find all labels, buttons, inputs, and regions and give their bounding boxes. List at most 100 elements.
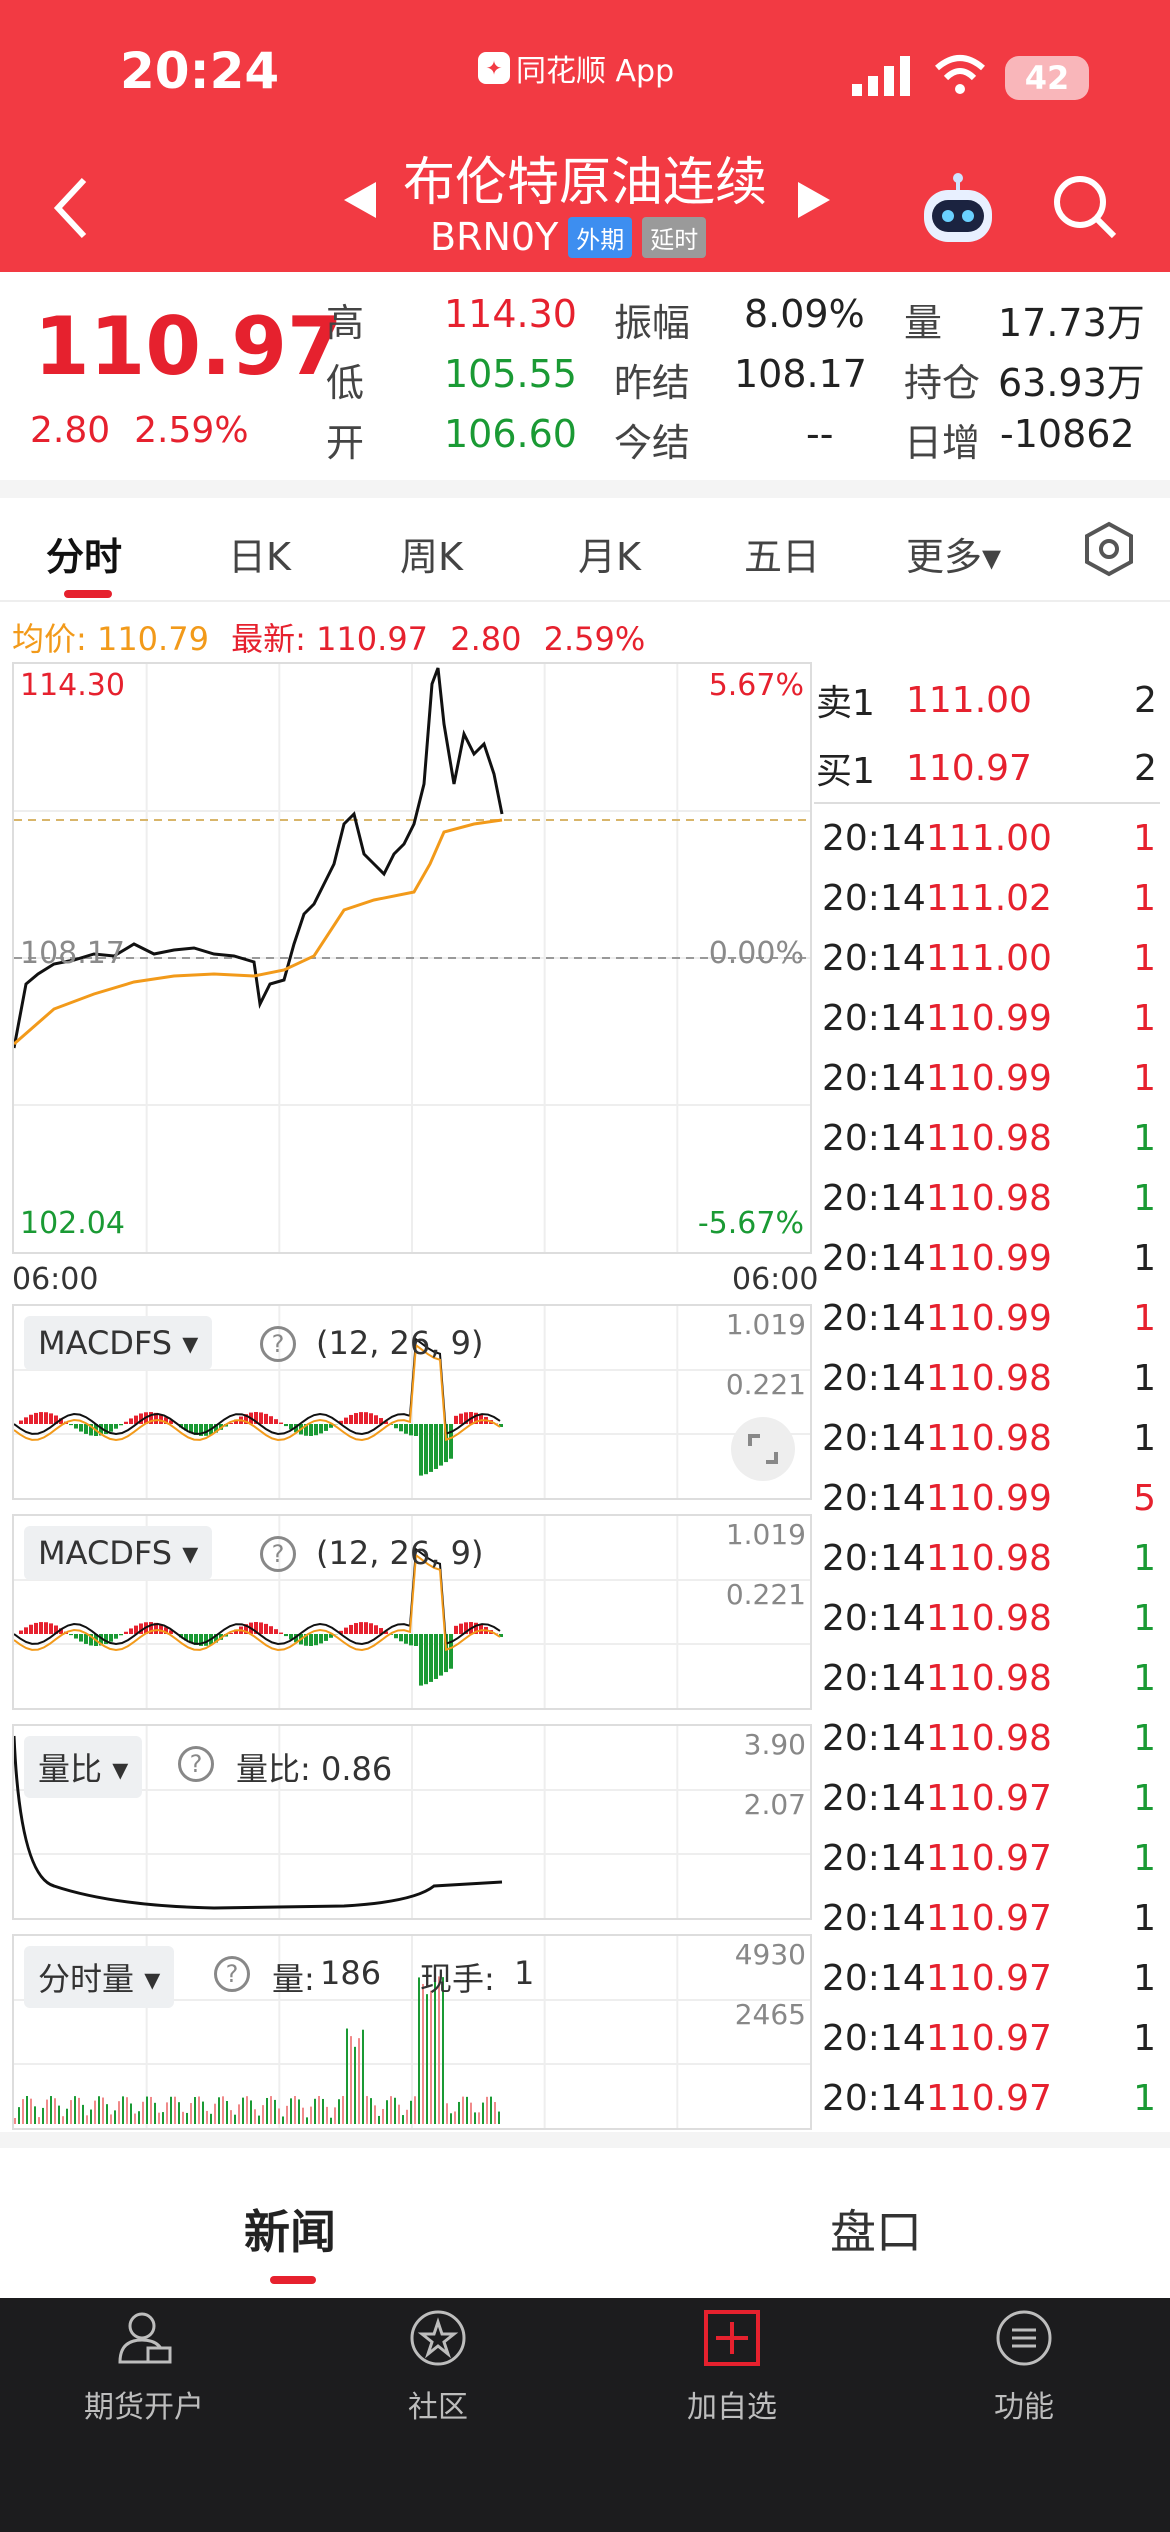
volume-help-icon[interactable]: ? bbox=[214, 1956, 250, 1992]
macd2-indicator-select[interactable]: MACDFS ▾ bbox=[24, 1526, 213, 1580]
trade-price: 110.97 bbox=[926, 2017, 1052, 2059]
settings-hexagon-icon[interactable] bbox=[1080, 520, 1138, 578]
trade-price: 111.02 bbox=[926, 877, 1052, 919]
volume-bar bbox=[14, 2118, 16, 2124]
macd2-help-icon[interactable]: ? bbox=[260, 1536, 296, 1572]
tab-intraday[interactable]: 分时 bbox=[46, 526, 122, 581]
avg-price-line bbox=[14, 818, 503, 1046]
sell-1-label: 卖1 bbox=[816, 683, 875, 724]
tab-order-book[interactable]: 盘口 bbox=[830, 2196, 922, 2262]
volume-indicator-select[interactable]: 分时量 ▾ bbox=[24, 1946, 175, 2008]
price-legend: 均价: 110.79 最新: 110.97 2.80 2.59% bbox=[12, 614, 645, 660]
trade-price: 111.00 bbox=[926, 937, 1052, 979]
macd-bar bbox=[109, 1424, 113, 1432]
macd-bar bbox=[69, 1424, 73, 1426]
macd-bar bbox=[204, 1634, 208, 1646]
volume-bar bbox=[334, 2107, 336, 2124]
trade-row: 20:14 110.98 1 bbox=[814, 1528, 1160, 1588]
intraday-price-chart[interactable]: 114.30 5.67% 108.17 0.00% 102.04 -5.67% bbox=[12, 662, 812, 1254]
volume-bar bbox=[190, 2103, 192, 2124]
macd-bar bbox=[29, 1624, 33, 1634]
trade-time: 20:14 bbox=[822, 1237, 926, 1279]
macd-bar bbox=[369, 1623, 373, 1634]
volume-bar bbox=[482, 2102, 484, 2124]
volume-bar bbox=[82, 2104, 84, 2124]
trade-time: 20:14 bbox=[822, 817, 926, 859]
trade-row: 20:14 110.98 1 bbox=[814, 1348, 1160, 1408]
tab-more[interactable]: 更多▾ bbox=[906, 526, 1001, 581]
macd-bar bbox=[419, 1634, 423, 1686]
volume-bar bbox=[250, 2100, 252, 2124]
macd-bar bbox=[454, 1625, 458, 1634]
signal-icon bbox=[852, 56, 910, 96]
trade-row: 20:14 110.97 1 bbox=[814, 1888, 1160, 1948]
next-instrument-icon[interactable] bbox=[796, 180, 832, 220]
trade-time: 20:14 bbox=[822, 2017, 926, 2059]
volume-bar bbox=[158, 2112, 160, 2124]
macd-bar bbox=[39, 1622, 43, 1634]
macd-bar bbox=[119, 1634, 123, 1636]
fullscreen-icon[interactable] bbox=[730, 1416, 796, 1482]
tabbar-futures-account[interactable]: 期货开户 bbox=[44, 2308, 244, 2426]
trade-row: 20:14 110.97 1 bbox=[814, 1828, 1160, 1888]
tab-month-k[interactable]: 月K bbox=[578, 526, 641, 581]
price-line bbox=[14, 667, 504, 1049]
macd-bar bbox=[119, 1424, 123, 1426]
macd-bar bbox=[274, 1419, 278, 1424]
macd-bar bbox=[434, 1424, 438, 1469]
macd-bar bbox=[459, 1413, 463, 1424]
ratio-indicator-select[interactable]: 量比 ▾ bbox=[24, 1736, 143, 1798]
trade-volume: 1 bbox=[1133, 1837, 1156, 1879]
macd-panel-2[interactable]: 1.019 0.221 MACDFS ▾ ? (12, 26, 9) bbox=[12, 1514, 812, 1710]
macd-bar bbox=[79, 1424, 83, 1432]
volume-bar bbox=[422, 1983, 424, 2124]
trade-price: 110.98 bbox=[926, 1537, 1052, 1579]
volume-bar bbox=[62, 2116, 64, 2124]
macd-bar bbox=[24, 1417, 28, 1424]
macd1-indicator-select[interactable]: MACDFS ▾ bbox=[24, 1316, 213, 1370]
tabbar-functions[interactable]: 功能 bbox=[924, 2308, 1124, 2426]
volume-tick-top: 4930 bbox=[734, 1938, 806, 1971]
volume-name: 分时量 bbox=[38, 1960, 135, 1998]
macd-bar bbox=[439, 1634, 443, 1676]
trade-ticks-list[interactable]: 20:14 111.00 1 20:14 111.02 1 20:14 111.00 1 20:1… bbox=[814, 808, 1160, 2128]
tabbar-community[interactable]: 社区 bbox=[338, 2308, 538, 2426]
volume-bar bbox=[362, 2029, 364, 2124]
robot-assistant-icon[interactable] bbox=[918, 170, 998, 246]
trade-price: 111.00 bbox=[926, 817, 1052, 859]
volume-bar bbox=[478, 2112, 480, 2124]
trade-volume: 1 bbox=[1133, 1417, 1156, 1459]
volume-bar bbox=[282, 2116, 284, 2124]
trade-volume: 1 bbox=[1133, 1237, 1156, 1279]
tab-day-k[interactable]: 日K bbox=[228, 526, 291, 581]
time-left-label: 06:00 bbox=[12, 1262, 99, 1297]
tabbar-add-watchlist[interactable]: 加自选 bbox=[632, 2308, 832, 2426]
trade-volume: 1 bbox=[1133, 1177, 1156, 1219]
macd1-tick-top: 1.019 bbox=[725, 1308, 806, 1341]
volume-bar bbox=[154, 2102, 156, 2124]
macd-panel-1[interactable]: 1.019 0.221 MACDFS ▾ ? (12, 26, 9) bbox=[12, 1304, 812, 1500]
search-icon[interactable] bbox=[1052, 174, 1118, 242]
volume-bar bbox=[166, 2102, 168, 2124]
volume-bar bbox=[286, 2105, 288, 2124]
volume-ratio-panel[interactable]: 3.90 2.07 量比 ▾ ? 量比: 0.86 bbox=[12, 1724, 812, 1920]
tab-week-k[interactable]: 周K bbox=[400, 526, 463, 581]
bottom-tab-bar: 期货开户 社区 加自选 功能 bbox=[0, 2298, 1170, 2532]
open-label: 开 bbox=[326, 421, 365, 465]
volume-bar bbox=[366, 2096, 368, 2124]
macd1-help-icon[interactable]: ? bbox=[260, 1326, 296, 1362]
volume-bar bbox=[46, 2099, 48, 2124]
macd-bar bbox=[29, 1414, 33, 1424]
macd-bar bbox=[404, 1424, 408, 1434]
community-star-icon bbox=[408, 2308, 468, 2368]
tab-five-day[interactable]: 五日 bbox=[744, 526, 820, 581]
macd-bar bbox=[84, 1424, 88, 1434]
tab-news[interactable]: 新闻 bbox=[244, 2196, 336, 2262]
top-price-label: 114.30 bbox=[20, 668, 125, 703]
ratio-help-icon[interactable]: ? bbox=[178, 1746, 214, 1782]
volume-bar bbox=[354, 2046, 356, 2124]
volume-bar bbox=[490, 2096, 492, 2124]
volume-bar bbox=[270, 2096, 272, 2124]
intraday-volume-panel[interactable]: 4930 2465 分时量 ▾ ? 量: 186 现手: 1 bbox=[12, 1934, 812, 2130]
quote-panel: 110.97 2.80 2.59% 高 114.30 低 105.55 开 10… bbox=[0, 272, 1170, 480]
